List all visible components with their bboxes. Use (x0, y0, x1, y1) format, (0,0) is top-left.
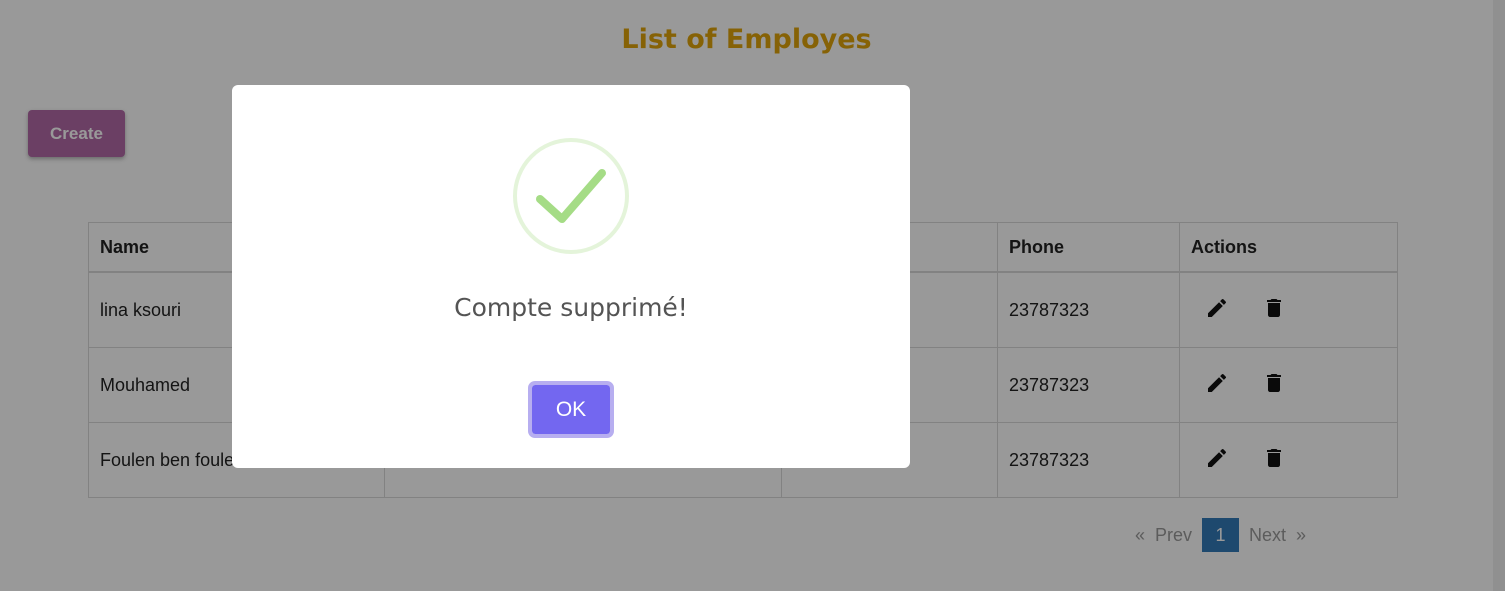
dialog-message: Compte supprimé! (454, 293, 688, 322)
success-check-icon (512, 137, 630, 255)
success-dialog: Compte supprimé! OK (232, 85, 910, 468)
ok-button[interactable]: OK (528, 381, 614, 438)
